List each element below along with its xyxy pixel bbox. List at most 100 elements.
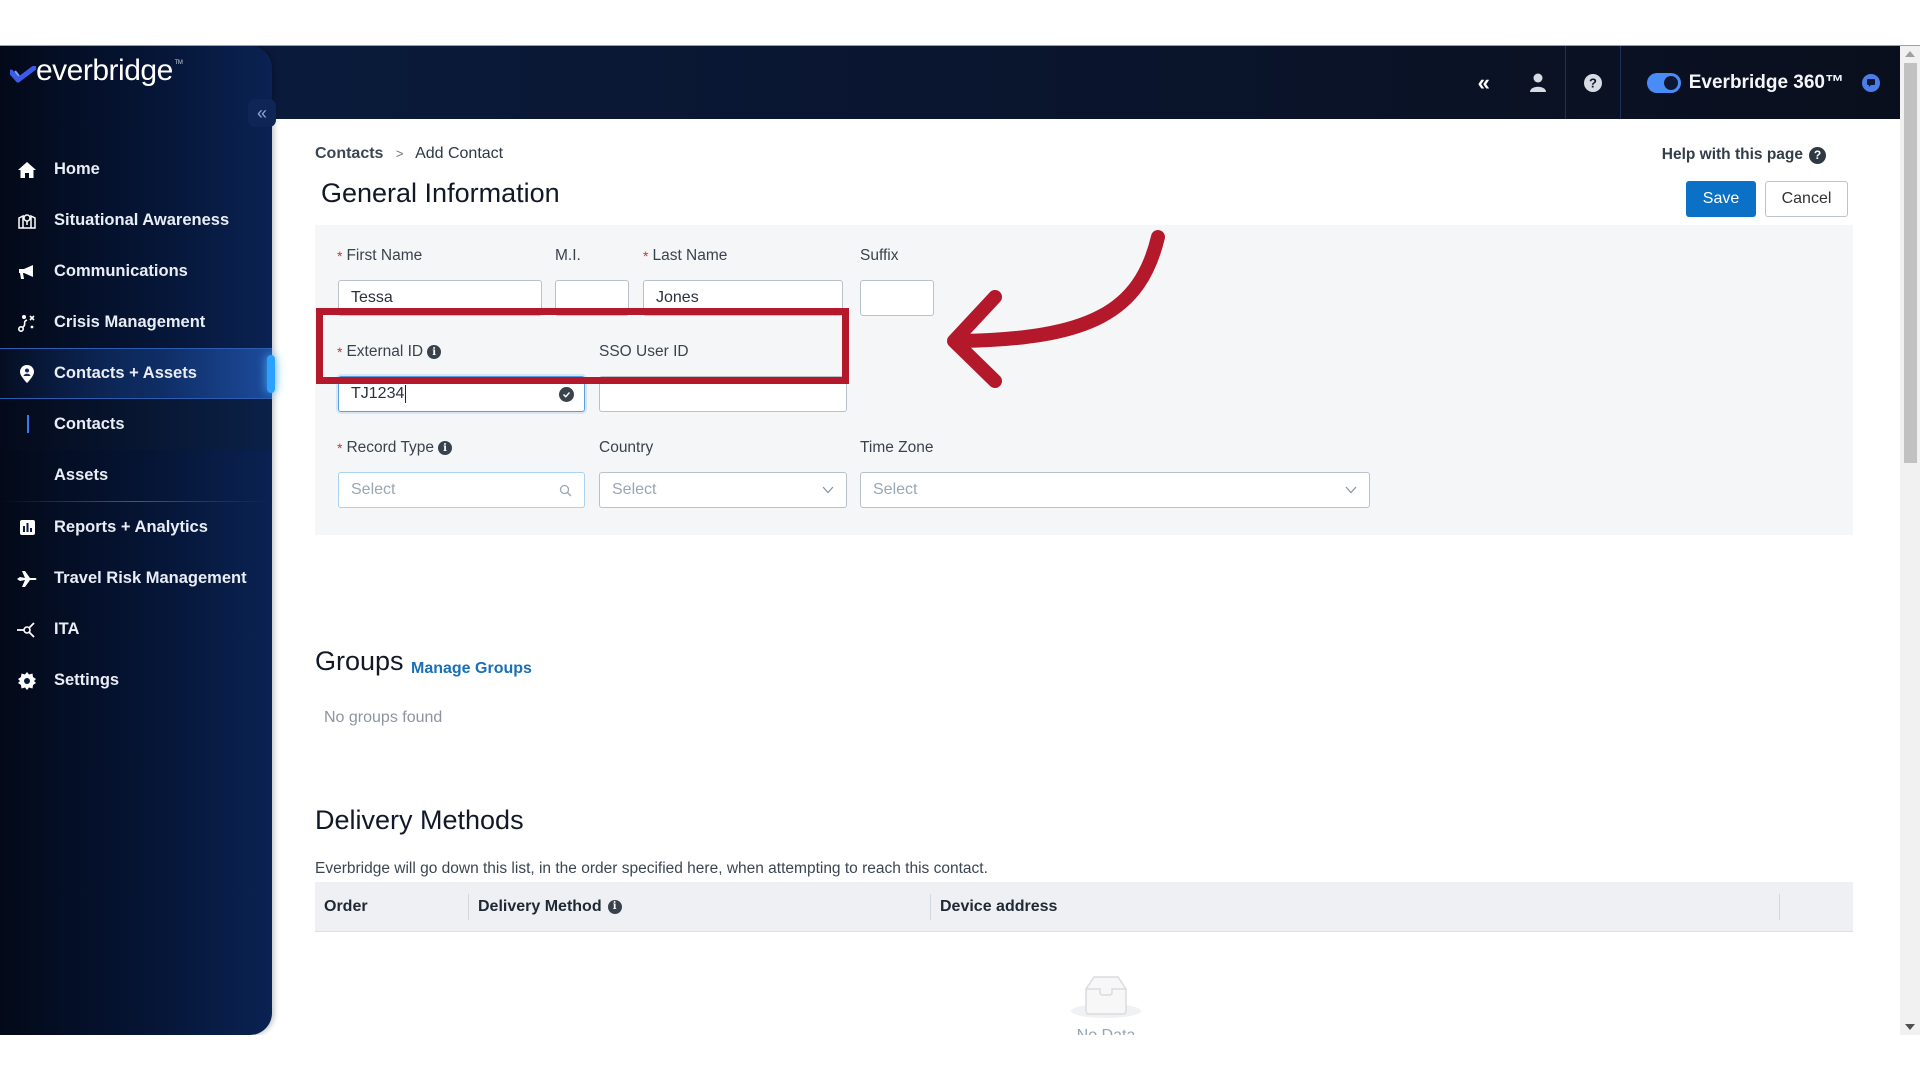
sidebar-item-ita[interactable]: ITA xyxy=(0,604,272,655)
column-header-delivery-method[interactable]: Delivery Method i xyxy=(469,882,931,931)
plane-icon xyxy=(16,570,38,587)
sidebar-subitem-assets[interactable]: Assets xyxy=(0,450,272,501)
help-button[interactable]: ? xyxy=(1566,46,1620,119)
svg-text:?: ? xyxy=(1589,75,1597,90)
double-chevron-left-icon: « xyxy=(1477,69,1490,95)
record-type-select[interactable]: Select xyxy=(338,472,585,508)
column-header-actions xyxy=(1780,882,1853,931)
middle-initial-input[interactable] xyxy=(555,280,629,316)
column-label: Delivery Method xyxy=(478,897,602,915)
required-marker: * xyxy=(643,248,649,264)
user-profile-button[interactable] xyxy=(1511,46,1565,119)
crisis-route-icon xyxy=(16,314,38,332)
everbridge-logo[interactable]: everbridge TM xyxy=(10,54,183,88)
sidebar-item-travel-risk-management[interactable]: Travel Risk Management xyxy=(0,553,272,604)
delivery-methods-description: Everbridge will go down this list, in th… xyxy=(315,860,988,877)
cancel-button[interactable]: Cancel xyxy=(1765,181,1848,217)
suffix-input[interactable] xyxy=(860,280,934,316)
record-type-label: * Record Type i xyxy=(337,439,453,457)
everbridge-360-toggle[interactable] xyxy=(1646,72,1681,93)
sidebar-nav: Home Situational Awareness Communication… xyxy=(0,144,275,706)
info-icon[interactable]: i xyxy=(607,899,622,914)
first-name-input[interactable]: Tessa xyxy=(338,280,542,316)
logo-text: everbridge xyxy=(36,54,173,87)
external-id-input[interactable]: TJ1234 xyxy=(338,376,585,412)
current-indicator xyxy=(27,415,29,433)
empty-state: No Data xyxy=(1056,969,1156,1035)
scroll-up-arrow-icon[interactable] xyxy=(1905,51,1915,57)
column-label: Device address xyxy=(940,897,1058,915)
sidebar-item-label: Reports + Analytics xyxy=(54,518,208,536)
page-scrollbar[interactable] xyxy=(1900,46,1920,1035)
country-label: Country xyxy=(599,439,653,457)
user-icon xyxy=(1529,73,1546,92)
breadcrumb-current: Add Contact xyxy=(415,145,504,162)
label-text: M.I. xyxy=(555,247,581,264)
sidebar-item-label: Situational Awareness xyxy=(54,211,230,229)
sidebar-item-label: Settings xyxy=(54,671,120,689)
sidebar-collapse-button[interactable]: « xyxy=(248,99,276,127)
sidebar-item-contacts-assets[interactable]: Contacts + Assets xyxy=(0,348,275,399)
sidebar-item-label: Assets xyxy=(54,466,109,484)
scroll-thumb[interactable] xyxy=(1904,63,1917,463)
top-header: « ? Everbridge 360™ xyxy=(0,46,1900,119)
no-groups-text: No groups found xyxy=(324,709,443,726)
toggle-knob xyxy=(1663,75,1678,90)
trademark: TM xyxy=(174,60,183,66)
chat-icon xyxy=(1867,78,1875,87)
text-cursor xyxy=(405,385,407,403)
sidebar-item-settings[interactable]: Settings xyxy=(0,655,272,706)
sidebar-item-communications[interactable]: Communications xyxy=(0,246,272,297)
time-zone-select[interactable]: Select xyxy=(860,472,1370,508)
product-label: Everbridge 360™ xyxy=(1688,71,1844,93)
sidebar-item-label: Contacts + Assets xyxy=(54,364,197,382)
input-value: Tessa xyxy=(351,289,393,306)
sidebar-item-crisis-management[interactable]: Crisis Management xyxy=(0,297,272,348)
collapse-all-button[interactable]: « xyxy=(1457,46,1511,119)
sidebar-subitem-contacts[interactable]: Contacts xyxy=(0,399,272,450)
delivery-methods-title: Delivery Methods xyxy=(315,805,524,835)
last-name-input[interactable]: Jones xyxy=(643,280,843,316)
first-name-label: * First Name xyxy=(337,247,422,265)
sso-user-id-label: SSO User ID xyxy=(599,343,689,361)
column-header-order[interactable]: Order xyxy=(315,882,469,931)
home-icon xyxy=(16,161,38,178)
page-title: General Information xyxy=(321,178,560,208)
label-text: First Name xyxy=(346,247,423,264)
chat-button[interactable] xyxy=(1862,73,1880,92)
select-placeholder: Select xyxy=(612,481,657,498)
scroll-down-arrow-icon[interactable] xyxy=(1905,1024,1915,1030)
logo-check-icon xyxy=(10,66,36,83)
required-marker: * xyxy=(337,440,343,456)
gear-icon xyxy=(16,671,38,690)
sidebar-item-home[interactable]: Home xyxy=(0,144,272,195)
save-button[interactable]: Save xyxy=(1686,181,1756,217)
header-actions: « ? Everbridge 360™ xyxy=(1457,46,1880,119)
sidebar-item-label: ITA xyxy=(54,620,80,638)
middle-initial-label: M.I. xyxy=(555,247,581,265)
delivery-methods-table-header: Order Delivery Method i Device address xyxy=(315,882,1853,932)
sso-user-id-input[interactable] xyxy=(599,376,847,412)
info-icon[interactable]: i xyxy=(438,441,453,455)
empty-inbox-icon xyxy=(1071,976,1141,1018)
valid-check-icon xyxy=(559,387,574,402)
sidebar-item-label: Communications xyxy=(54,262,188,280)
external-id-label: * External ID i xyxy=(337,343,442,361)
suffix-label: Suffix xyxy=(860,247,899,265)
bar-chart-icon xyxy=(16,520,38,535)
map-pin-icon xyxy=(16,213,38,229)
label-text: Suffix xyxy=(860,247,899,264)
column-label: Order xyxy=(324,897,368,915)
sidebar-item-reports-analytics[interactable]: Reports + Analytics xyxy=(0,502,272,553)
help-with-page-link[interactable]: Help with this page ? xyxy=(1662,146,1826,164)
help-link-label: Help with this page xyxy=(1661,146,1803,163)
info-icon[interactable]: i xyxy=(427,345,442,359)
sidebar-item-situational-awareness[interactable]: Situational Awareness xyxy=(0,195,272,246)
input-value: TJ1234 xyxy=(351,385,405,402)
country-select[interactable]: Select xyxy=(599,472,847,508)
manage-groups-link[interactable]: Manage Groups xyxy=(411,660,532,678)
column-header-device-address[interactable]: Device address xyxy=(931,882,1780,931)
breadcrumb-contacts-link[interactable]: Contacts xyxy=(315,145,383,162)
main-content: Contacts > Add Contact General Informati… xyxy=(272,119,1900,1035)
select-placeholder: Select xyxy=(873,481,918,498)
